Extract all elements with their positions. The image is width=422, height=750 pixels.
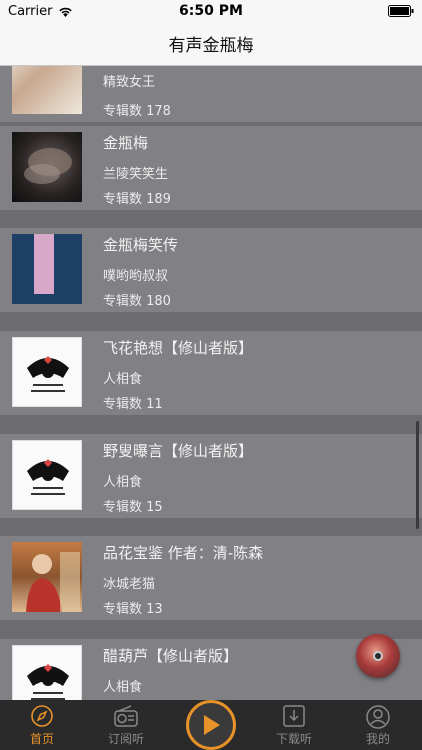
- now-playing-disc-icon[interactable]: [356, 634, 400, 678]
- album-author: 精致女王: [103, 75, 156, 90]
- album-cover: [12, 234, 82, 304]
- album-count: 专辑数 15: [103, 500, 163, 515]
- row-separator: [0, 620, 422, 639]
- album-count: 专辑数 178: [103, 104, 171, 119]
- status-time: 6:50 PM: [179, 3, 243, 19]
- row-separator: [0, 312, 422, 331]
- album-title: 醋葫芦【修山者版】: [103, 647, 239, 665]
- album-cover: [12, 542, 82, 612]
- album-title: 品花宝鉴 作者：清-陈森: [103, 544, 264, 562]
- album-title: 金瓶梅: [103, 134, 149, 152]
- row-separator: [0, 210, 422, 229]
- album-cover: [12, 440, 82, 510]
- play-button[interactable]: [186, 700, 236, 750]
- wifi-icon: [58, 6, 73, 17]
- list-item[interactable]: 金瓶梅 兰陵笑笑生 专辑数 189: [0, 126, 422, 210]
- page-title: 有声金瓶梅: [168, 36, 254, 56]
- list-item[interactable]: 飞花艳想【修山者版】 人相食 专辑数 11: [0, 331, 422, 415]
- album-author: 人相食: [103, 475, 143, 490]
- tab-label: 下载听: [275, 732, 312, 746]
- album-cover: [12, 337, 82, 407]
- navigation-bar: 有声金瓶梅: [0, 22, 422, 66]
- radio-icon: [113, 704, 139, 732]
- compass-icon: [30, 704, 54, 732]
- tab-label: 首页: [29, 732, 54, 746]
- album-count: 专辑数 11: [103, 397, 163, 412]
- album-count: 专辑数 189: [103, 192, 171, 207]
- album-cover: [12, 645, 82, 700]
- status-left: Carrier: [8, 4, 148, 19]
- tab-profile[interactable]: 我的: [336, 700, 420, 750]
- tab-label: 订阅听: [107, 732, 144, 746]
- tab-subscribe[interactable]: 订阅听: [84, 700, 168, 750]
- album-title: 飞花艳想【修山者版】: [103, 339, 254, 357]
- battery-icon: [388, 5, 414, 17]
- album-author: 冰城老猫: [103, 577, 156, 592]
- list-item[interactable]: 野叟曝言【修山者版】 人相食 专辑数 15: [0, 434, 422, 518]
- album-title: 金瓶梅笑传: [103, 236, 179, 254]
- tab-download[interactable]: 下载听: [252, 700, 336, 750]
- list-item[interactable]: 精致女王 专辑数 178: [0, 66, 422, 122]
- album-count: 专辑数 13: [103, 602, 163, 617]
- album-author: 兰陵笑笑生: [103, 167, 169, 182]
- row-separator: [0, 415, 422, 434]
- list-item[interactable]: 金瓶梅笑传 噗哟哟叔叔 专辑数 180: [0, 228, 422, 312]
- album-author: 人相食: [103, 372, 143, 387]
- album-count: 专辑数 180: [103, 294, 171, 309]
- album-author: 人相食: [103, 680, 143, 695]
- download-icon: [282, 704, 306, 732]
- user-icon: [365, 704, 391, 734]
- tab-home[interactable]: 首页: [0, 700, 84, 750]
- status-right: [274, 5, 414, 17]
- play-icon: [204, 715, 220, 735]
- album-cover: [12, 66, 82, 114]
- row-separator: [0, 518, 422, 537]
- album-cover: [12, 132, 82, 202]
- status-bar: Carrier 6:50 PM: [0, 0, 422, 22]
- list-item[interactable]: 品花宝鉴 作者：清-陈森 冰城老猫 专辑数 13: [0, 536, 422, 620]
- album-list[interactable]: 精致女王 专辑数 178 金瓶梅 兰陵笑笑生 专辑数 189 金瓶梅笑传 噗哟哟…: [0, 66, 422, 700]
- carrier-label: Carrier: [8, 3, 53, 19]
- scroll-indicator[interactable]: [416, 421, 419, 529]
- album-author: 噗哟哟叔叔: [103, 269, 169, 284]
- album-title: 野叟曝言【修山者版】: [103, 442, 254, 460]
